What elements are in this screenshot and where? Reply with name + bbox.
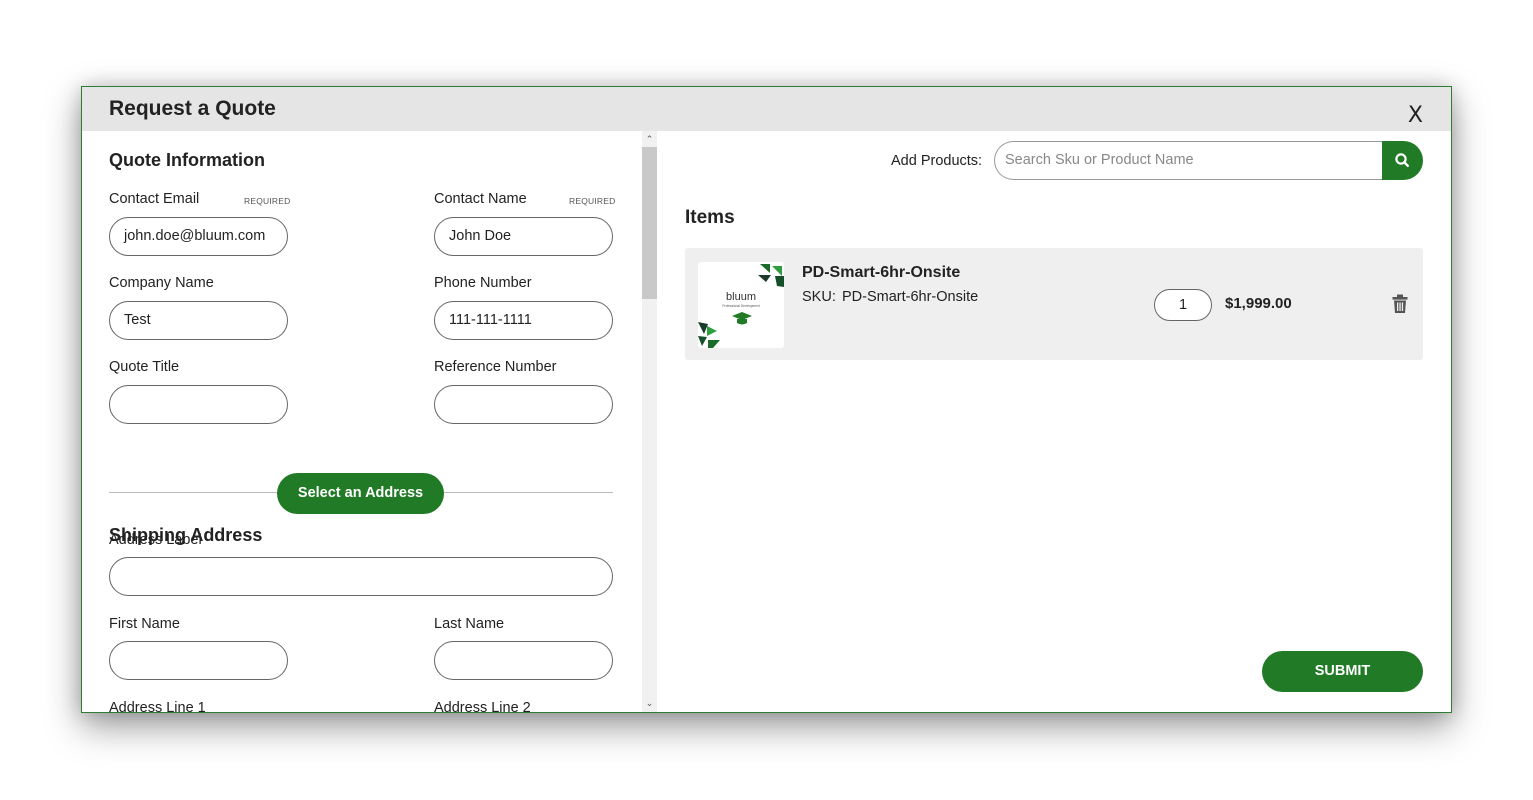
company-name-label: Company Name xyxy=(109,275,214,291)
product-search-input[interactable]: Search Sku or Product Name xyxy=(994,141,1384,180)
address-label-input[interactable] xyxy=(109,557,613,596)
add-products-label: Add Products: xyxy=(891,153,983,169)
modal-title: Request a Quote xyxy=(109,97,276,120)
contact-email-label: Contact Email xyxy=(109,191,200,207)
contact-name-required-tag: REQUIRED xyxy=(569,196,616,206)
contact-email-input[interactable]: john.doe@bluum.com xyxy=(109,217,288,256)
delete-item-button[interactable] xyxy=(1392,294,1408,314)
search-icon xyxy=(1395,153,1409,167)
quote-title-input[interactable] xyxy=(109,385,288,424)
item-sku-label: SKU: xyxy=(802,289,836,305)
submit-button[interactable]: SUBMIT xyxy=(1262,651,1423,692)
contact-name-label: Contact Name xyxy=(434,191,527,207)
reference-number-label: Reference Number xyxy=(434,359,557,375)
logo-subtext: Professional Development xyxy=(722,304,759,308)
modal-header: Request a Quote X xyxy=(82,87,1451,131)
last-name-input[interactable] xyxy=(434,641,613,680)
address-label-label: Address Label xyxy=(109,532,202,548)
close-button[interactable]: X xyxy=(1408,103,1423,128)
item-price: $1,999.00 xyxy=(1225,295,1292,312)
item-row: bluum Professional Development PD-Smart-… xyxy=(685,248,1423,360)
scroll-down-icon[interactable]: ⌄ xyxy=(642,697,657,711)
quantity-input[interactable]: 1 xyxy=(1154,289,1212,321)
quote-information-title: Quote Information xyxy=(109,150,265,170)
search-button[interactable] xyxy=(1382,141,1423,180)
first-name-label: First Name xyxy=(109,616,180,632)
trash-icon xyxy=(1392,294,1408,313)
scroll-up-icon[interactable]: ⌃ xyxy=(642,133,657,147)
reference-number-input[interactable] xyxy=(434,385,613,424)
select-address-button[interactable]: Select an Address xyxy=(277,473,444,514)
items-title: Items xyxy=(685,207,735,228)
address-line-1-label: Address Line 1 xyxy=(109,700,206,712)
address-line-2-label: Address Line 2 xyxy=(434,700,531,712)
quote-form-panel: Quote Information Contact Email REQUIRED… xyxy=(82,131,642,712)
first-name-input[interactable] xyxy=(109,641,288,680)
form-scrollbar-thumb[interactable] xyxy=(642,147,657,299)
product-thumbnail: bluum Professional Development xyxy=(698,262,784,348)
company-name-input[interactable]: Test xyxy=(109,301,288,340)
quote-title-label: Quote Title xyxy=(109,359,180,375)
item-sku: PD-Smart-6hr-Onsite xyxy=(842,289,979,305)
item-name: PD-Smart-6hr-Onsite xyxy=(802,264,961,281)
last-name-label: Last Name xyxy=(434,616,505,632)
phone-number-label: Phone Number xyxy=(434,275,532,291)
contact-name-input[interactable]: John Doe xyxy=(434,217,613,256)
logo-text: bluum xyxy=(726,291,756,303)
request-quote-modal: Request a Quote X Quote Information Cont… xyxy=(81,86,1452,713)
contact-email-required-tag: REQUIRED xyxy=(244,196,291,206)
phone-number-input[interactable]: 111-111-1111 xyxy=(434,301,613,340)
